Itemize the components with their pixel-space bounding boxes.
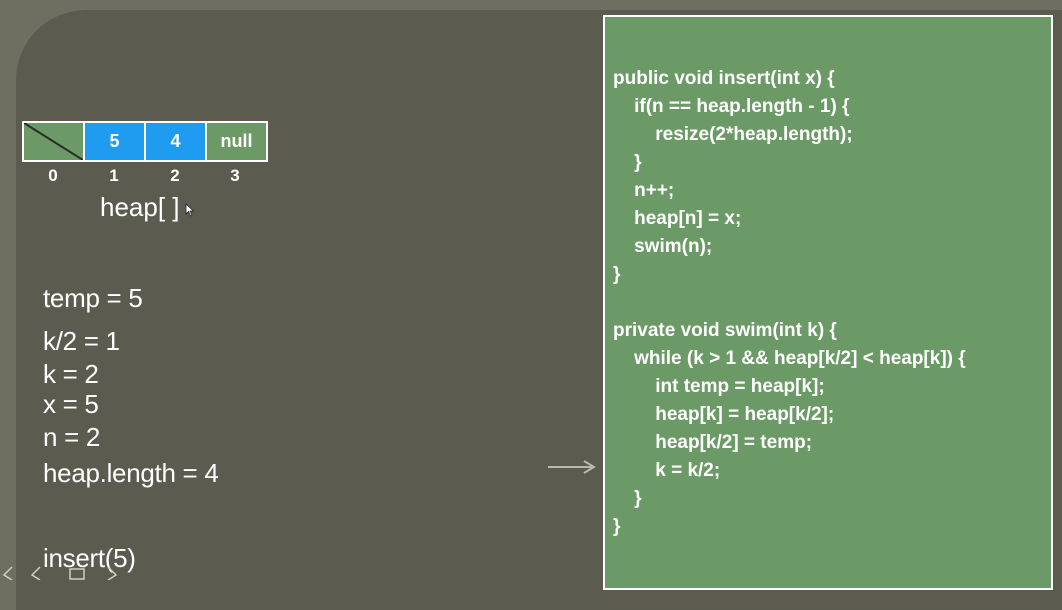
code-line: } bbox=[613, 152, 642, 173]
mouse-cursor-icon bbox=[185, 203, 195, 217]
code-line: swim(n); bbox=[613, 236, 713, 257]
heap-cell-0 bbox=[24, 123, 83, 160]
code-line: } bbox=[613, 516, 621, 537]
slide-nav-icons bbox=[2, 566, 118, 581]
code-line: int temp = heap[k]; bbox=[613, 376, 825, 397]
code-listing: public void insert(int x) { if(n == heap… bbox=[613, 65, 966, 541]
heap-cell-3: null bbox=[207, 123, 266, 160]
heap-label: heap[ ] bbox=[100, 192, 180, 222]
code-panel: public void insert(int x) { if(n == heap… bbox=[603, 15, 1053, 590]
slide-menu-icon[interactable] bbox=[69, 568, 85, 580]
var-k: k = 2 bbox=[43, 359, 99, 389]
code-line: n++; bbox=[613, 180, 675, 201]
code-line: public void insert(int x) { bbox=[613, 68, 835, 89]
heap-index-3: 3 bbox=[230, 166, 240, 185]
var-x: x = 5 bbox=[43, 389, 99, 419]
slide-nav-controls bbox=[0, 565, 130, 585]
back-arrow-icon[interactable] bbox=[30, 566, 41, 581]
next-arrow-icon[interactable] bbox=[107, 566, 118, 581]
heap-array: 5 4 null bbox=[22, 121, 268, 162]
var-n: n = 2 bbox=[43, 422, 101, 452]
code-line: if(n == heap.length - 1) { bbox=[613, 96, 850, 117]
code-line: } bbox=[613, 264, 621, 285]
heap-index-2: 2 bbox=[170, 166, 180, 185]
code-line: private void swim(int k) { bbox=[613, 320, 837, 341]
var-temp: temp = 5 bbox=[43, 283, 143, 313]
code-line: heap[k] = heap[k/2]; bbox=[613, 404, 835, 425]
code-line: heap[n] = x; bbox=[613, 208, 742, 229]
heap-index-1: 1 bbox=[109, 166, 119, 185]
heap-cell-1: 5 bbox=[85, 123, 144, 160]
line-pointer-arrow-icon bbox=[548, 460, 596, 474]
code-line: } bbox=[613, 488, 642, 509]
code-line: resize(2*heap.length); bbox=[613, 124, 853, 145]
heap-cell-2: 4 bbox=[146, 123, 205, 160]
var-heap-length: heap.length = 4 bbox=[43, 458, 219, 488]
heap-index-0: 0 bbox=[48, 166, 58, 185]
code-line: heap[k/2] = temp; bbox=[613, 432, 813, 453]
empty-slot-diagonal-icon bbox=[24, 123, 83, 160]
var-k-half: k/2 = 1 bbox=[43, 326, 120, 356]
code-line: k = k/2; bbox=[613, 460, 721, 481]
code-line: while (k > 1 && heap[k/2] < heap[k]) { bbox=[613, 348, 966, 369]
previous-arrow-icon[interactable] bbox=[2, 566, 13, 581]
